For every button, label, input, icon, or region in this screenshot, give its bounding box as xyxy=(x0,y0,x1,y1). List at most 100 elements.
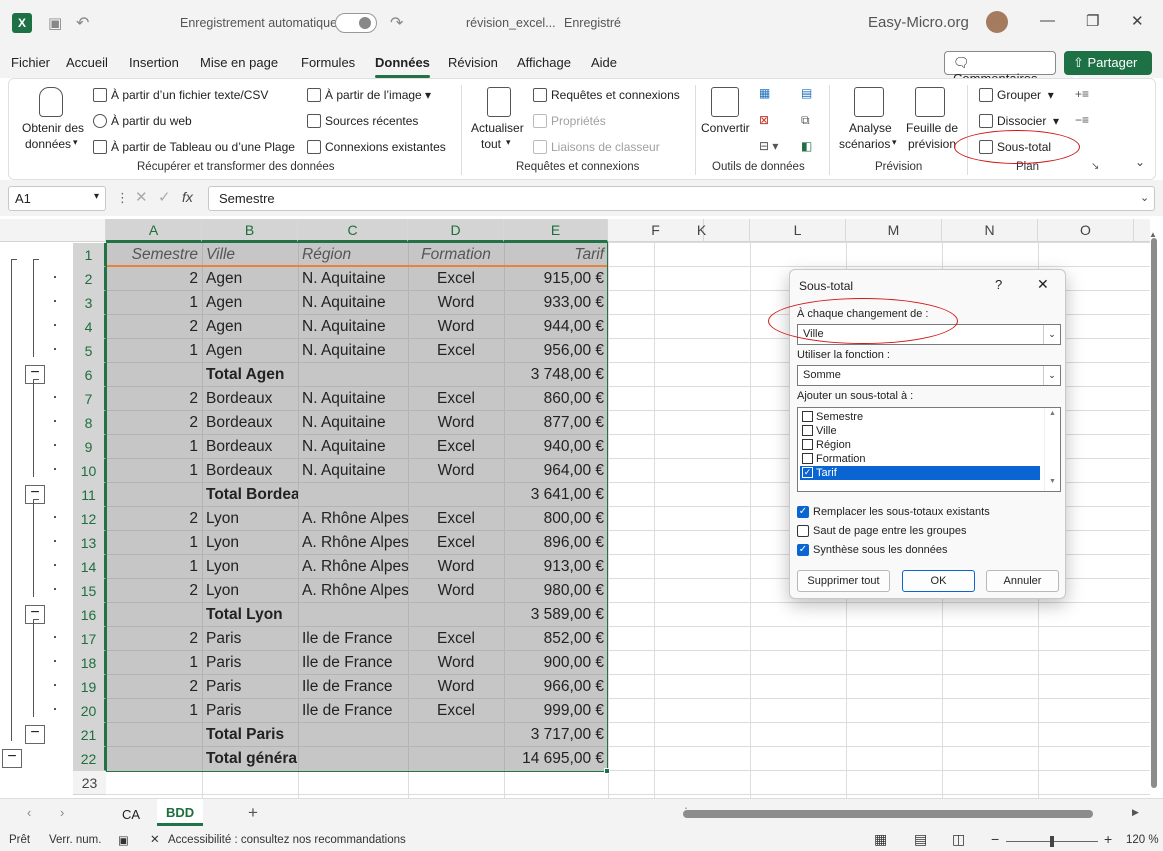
what-if-button-line2[interactable]: scénarios xyxy=(839,137,890,151)
collapse-all-button[interactable]: − xyxy=(2,749,22,768)
row-header[interactable]: 4 xyxy=(73,315,106,339)
tab-accueil[interactable]: Accueil xyxy=(66,55,108,70)
from-text-button[interactable]: À partir d’un fichier texte/CSV xyxy=(93,88,268,102)
row-header[interactable]: 8 xyxy=(73,411,106,435)
row-header[interactable]: 6 xyxy=(73,363,106,387)
select-all-corner[interactable] xyxy=(73,219,106,242)
name-box[interactable]: A1 ▾ xyxy=(8,186,106,211)
field-checkbox[interactable] xyxy=(802,411,813,422)
zoom-in-icon[interactable]: + xyxy=(1104,831,1112,847)
column-header-e[interactable]: E xyxy=(504,219,608,242)
collapse-group-button[interactable]: − xyxy=(25,725,45,744)
row-header[interactable]: 23 xyxy=(73,771,106,795)
row-header[interactable]: 1 xyxy=(73,243,106,267)
help-button[interactable]: ? xyxy=(995,277,1002,292)
group-button[interactable]: Grouper ▾ xyxy=(979,88,1054,102)
field-checkbox[interactable] xyxy=(802,439,813,450)
summary-checkbox[interactable]: ✓ xyxy=(797,544,809,556)
confirm-entry-icon[interactable]: ✓ xyxy=(158,188,171,206)
get-data-button[interactable]: Obtenir des xyxy=(22,121,84,135)
formula-input[interactable]: Semestre xyxy=(208,186,1155,211)
avatar[interactable] xyxy=(986,11,1008,33)
scroll-down-icon[interactable]: ▼ xyxy=(1049,478,1056,485)
row-header[interactable]: 3 xyxy=(73,291,106,315)
page-break-icon[interactable]: ◫ xyxy=(952,831,965,848)
field-checkbox[interactable] xyxy=(802,453,813,464)
ok-button[interactable]: OK xyxy=(902,570,975,592)
tab-mise-en-page[interactable]: Mise en page xyxy=(200,55,278,70)
row-header[interactable]: 15 xyxy=(73,579,106,603)
convert-button[interactable]: Convertir xyxy=(701,121,750,135)
tab-revision[interactable]: Révision xyxy=(448,55,498,70)
from-image-button[interactable]: À partir de l’image ▾ xyxy=(307,88,431,102)
recent-sources-button[interactable]: Sources récentes xyxy=(307,114,418,128)
pagebreak-checkbox[interactable] xyxy=(797,525,809,537)
undo-icon[interactable]: ↶ xyxy=(76,13,89,33)
field-checkbox[interactable]: ✓ xyxy=(802,467,813,478)
collapse-ribbon-icon[interactable]: ⌄ xyxy=(1135,155,1145,169)
restore-icon[interactable]: ❐ xyxy=(1086,12,1099,30)
hide-detail-icon[interactable]: −≡ xyxy=(1075,113,1089,127)
tab-fichier[interactable]: Fichier xyxy=(11,55,50,70)
chevron-down-icon[interactable]: ▾ xyxy=(506,137,511,148)
next-sheet-icon[interactable]: › xyxy=(60,805,64,820)
share-button[interactable]: ⇧ Partager ▾ xyxy=(1064,51,1152,86)
row-header[interactable]: 11 xyxy=(73,483,106,507)
row-header[interactable]: 2 xyxy=(73,267,106,291)
subtotal-fields-list[interactable]: Semestre Ville Région Formation ✓ Tarif ▲ ▼ xyxy=(797,407,1061,492)
comments-button[interactable]: 🗨 Commentaires xyxy=(944,51,1056,86)
tab-formules[interactable]: Formules xyxy=(301,55,355,70)
field-checkbox[interactable] xyxy=(802,425,813,436)
row-header[interactable]: 16 xyxy=(73,603,106,627)
collapse-group-button[interactable]: − xyxy=(25,605,45,624)
row-header[interactable]: 17 xyxy=(73,627,106,651)
tab-aide[interactable]: Aide xyxy=(591,55,617,70)
autosave-toggle[interactable] xyxy=(335,13,377,33)
scroll-up-icon[interactable]: ▲ xyxy=(1049,410,1056,417)
save-icon[interactable]: ▣ xyxy=(48,14,62,32)
cancel-entry-icon[interactable]: ✕ xyxy=(135,188,148,206)
column-header-k[interactable]: K xyxy=(654,219,750,242)
insert-function-icon[interactable]: fx xyxy=(182,189,193,205)
list-item[interactable]: Région xyxy=(800,438,1040,452)
tab-donnees[interactable]: Données xyxy=(375,55,430,78)
row-header[interactable]: 5 xyxy=(73,339,106,363)
row-header[interactable]: 7 xyxy=(73,387,106,411)
zoom-out-icon[interactable]: − xyxy=(991,831,999,847)
column-header-m[interactable]: M xyxy=(846,219,942,242)
from-web-button[interactable]: À partir du web xyxy=(93,114,192,128)
list-item[interactable]: Semestre xyxy=(800,410,1040,424)
column-header-a[interactable]: A xyxy=(106,219,202,242)
file-name[interactable]: révision_excel... xyxy=(466,16,556,30)
add-sheet-icon[interactable]: + xyxy=(248,803,258,823)
expand-formula-icon[interactable]: ⌄ xyxy=(1140,191,1149,204)
vertical-scrollbar[interactable]: ▲ xyxy=(1149,230,1159,794)
sheet-tab-bdd[interactable]: BDD xyxy=(157,799,203,826)
list-scrollbar[interactable]: ▲ ▼ xyxy=(1044,408,1060,491)
column-header-b[interactable]: B xyxy=(202,219,298,242)
tab-affichage[interactable]: Affichage xyxy=(517,55,571,70)
row-header[interactable]: 19 xyxy=(73,675,106,699)
close-window-icon[interactable]: ✕ xyxy=(1131,12,1144,30)
column-header-n[interactable]: N xyxy=(942,219,1038,242)
chevron-down-icon[interactable]: ▾ xyxy=(892,137,897,148)
workbook-links-button[interactable]: Liaisons de classeur xyxy=(533,140,660,154)
close-icon[interactable]: ✕ xyxy=(1037,276,1049,293)
show-detail-icon[interactable]: +≡ xyxy=(1075,87,1089,101)
remove-all-button[interactable]: Supprimer tout xyxy=(797,570,890,592)
redo-icon[interactable]: ↷ xyxy=(390,13,403,33)
what-if-button[interactable]: Analyse xyxy=(849,121,892,135)
list-item[interactable]: Ville xyxy=(800,424,1040,438)
column-header-l[interactable]: L xyxy=(750,219,846,242)
minimize-icon[interactable]: — xyxy=(1040,12,1055,29)
tab-insertion[interactable]: Insertion xyxy=(129,55,179,70)
consolidate-icon[interactable]: ▤ xyxy=(801,86,812,100)
row-header[interactable]: 18 xyxy=(73,651,106,675)
scroll-right-icon[interactable]: ▶ xyxy=(1132,807,1139,818)
normal-view-icon[interactable]: ▦ xyxy=(874,831,887,848)
row-header[interactable]: 20 xyxy=(73,699,106,723)
collapse-group-button[interactable]: − xyxy=(25,365,45,384)
fill-handle[interactable] xyxy=(604,768,610,774)
row-header[interactable]: 21 xyxy=(73,723,106,747)
row-header[interactable]: 14 xyxy=(73,555,106,579)
